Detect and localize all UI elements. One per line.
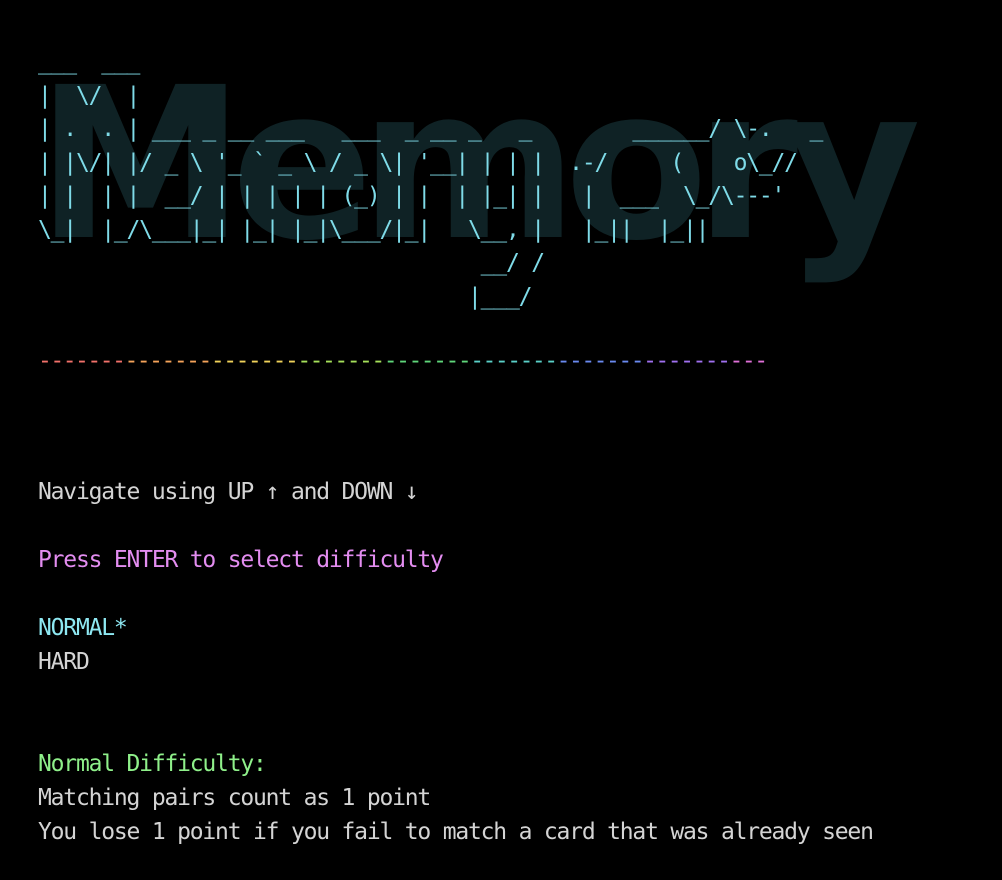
ascii-logo-line: | . . | ___ _ __ ___ ___ _ __ _ _ ______… — [38, 116, 823, 142]
divider-segment: ------- — [556, 348, 645, 374]
difficulty-description-title: Normal Difficulty: — [38, 751, 267, 777]
divider-segment: ------- — [643, 348, 731, 374]
ascii-logo: ___ ___ | \/ | | . . | ___ _ __ ___ ___ … — [38, 46, 823, 314]
difficulty-description-line: You lose 1 point if you fail to match a … — [38, 819, 874, 845]
difficulty-option-hard[interactable]: HARD — [38, 647, 90, 677]
divider-segment: ------- — [210, 348, 299, 374]
ascii-logo-line: | | | | __/ | | | | | (_) | | | |_| | | … — [38, 183, 785, 209]
terminal-window: Memory ___ ___ | \/ | | . . | ___ _ __ _… — [0, 0, 1002, 880]
ascii-logo-line: __/ / — [38, 250, 545, 276]
divider-segment: ------- — [470, 348, 558, 374]
divider-segment: ------- — [38, 348, 126, 374]
ascii-logo-line: \_| |_/\___|_| |_| |_|\___/|_| \__, | |_… — [38, 216, 710, 243]
ascii-logo-line: | \/ | — [38, 82, 140, 109]
difficulty-option-normal[interactable]: NORMAL* — [38, 613, 128, 643]
divider-segment: ------- — [124, 348, 212, 374]
ascii-logo-line: ___ ___ — [38, 49, 140, 75]
select-prompt: Press ENTER to select difficulty — [38, 547, 444, 573]
rainbow-divider: ----------------------------------------… — [38, 346, 878, 376]
difficulty-description-line: Matching pairs count as 1 point — [38, 785, 431, 811]
divider-segment: ------- — [383, 348, 472, 374]
divider-segment: ------- — [297, 348, 385, 374]
divider-segment: --- — [729, 348, 769, 374]
navigate-hint: Navigate using UP ↑ and DOWN ↓ — [38, 479, 419, 505]
ascii-logo-line: | |\/| |/ _ \ '_ ` _ \ / _ \| '__| | | |… — [38, 149, 798, 176]
ascii-logo-line: |___/ — [38, 283, 532, 310]
